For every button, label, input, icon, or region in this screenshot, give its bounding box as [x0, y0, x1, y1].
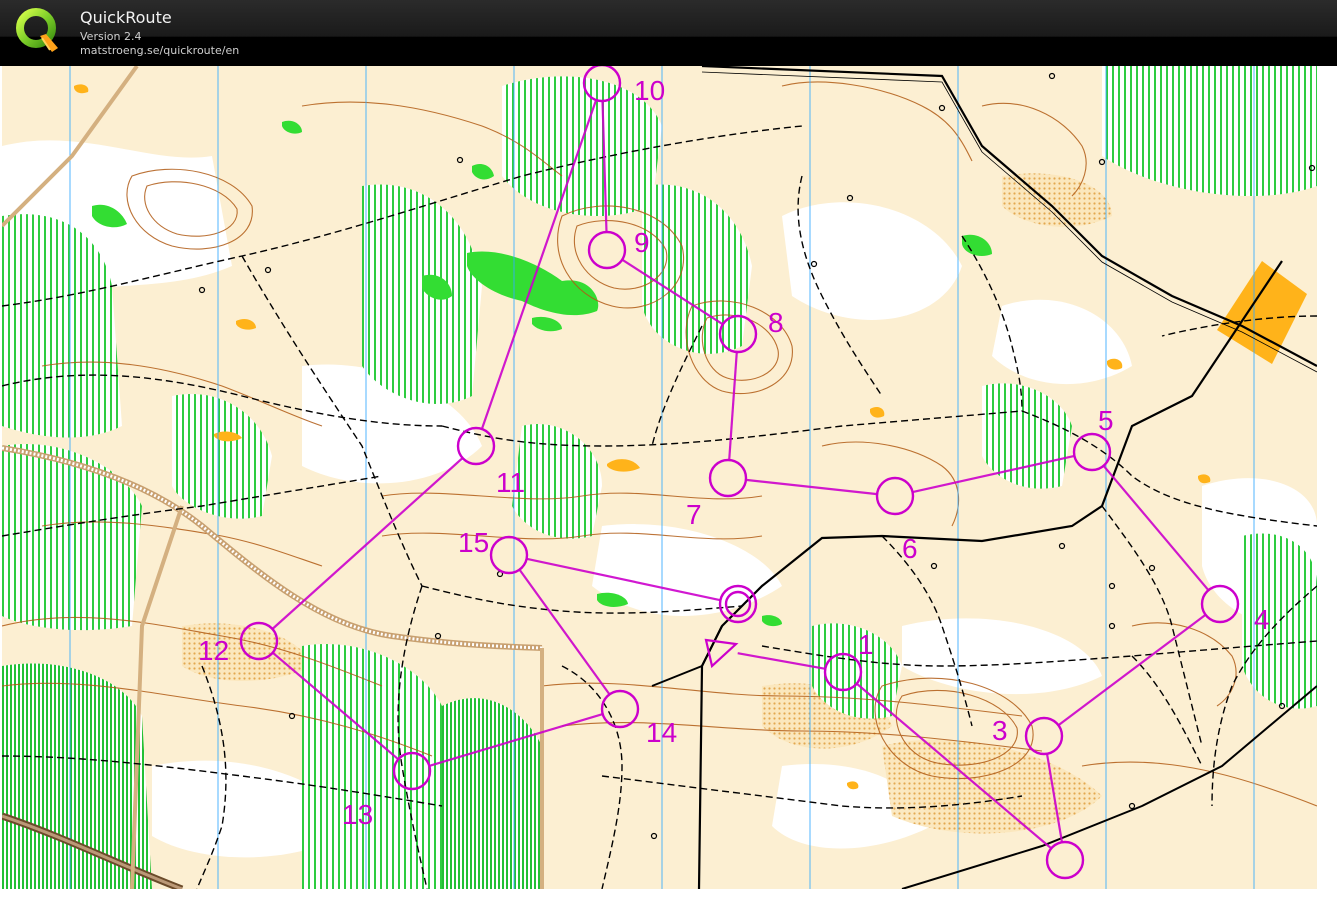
control-number-label: 7 — [686, 499, 702, 530]
control-number-label: 5 — [1098, 405, 1114, 436]
control-number-label: 1 — [858, 629, 874, 660]
control-number-label: 10 — [634, 75, 665, 106]
app-url[interactable]: matstroeng.se/quickroute/en — [80, 44, 239, 57]
control-number-label: 13 — [342, 799, 373, 830]
control-number-label: 14 — [646, 717, 677, 748]
control-number-label: 6 — [902, 533, 918, 564]
orienteering-map[interactable]: 13456789101112131415 — [2, 66, 1317, 889]
control-number-label: 8 — [768, 307, 784, 338]
app-header: QuickRoute Version 2.4 matstroeng.se/qui… — [0, 0, 1337, 66]
app-version: Version 2.4 — [80, 30, 142, 43]
control-number-label: 15 — [458, 527, 489, 558]
control-number-label: 3 — [992, 715, 1008, 746]
app-title: QuickRoute — [80, 8, 172, 27]
control-number-label: 12 — [198, 635, 229, 666]
control-number-label: 9 — [634, 227, 650, 258]
quickroute-window: QuickRoute Version 2.4 matstroeng.se/qui… — [0, 0, 1337, 899]
control-number-label: 11 — [496, 467, 525, 498]
map-viewport[interactable]: 1 3 4 5 6 7 8 9 10 11 12 13 14 15 — [0, 66, 1337, 899]
control-number-label: 4 — [1254, 604, 1270, 635]
quickroute-logo-icon — [16, 8, 58, 52]
